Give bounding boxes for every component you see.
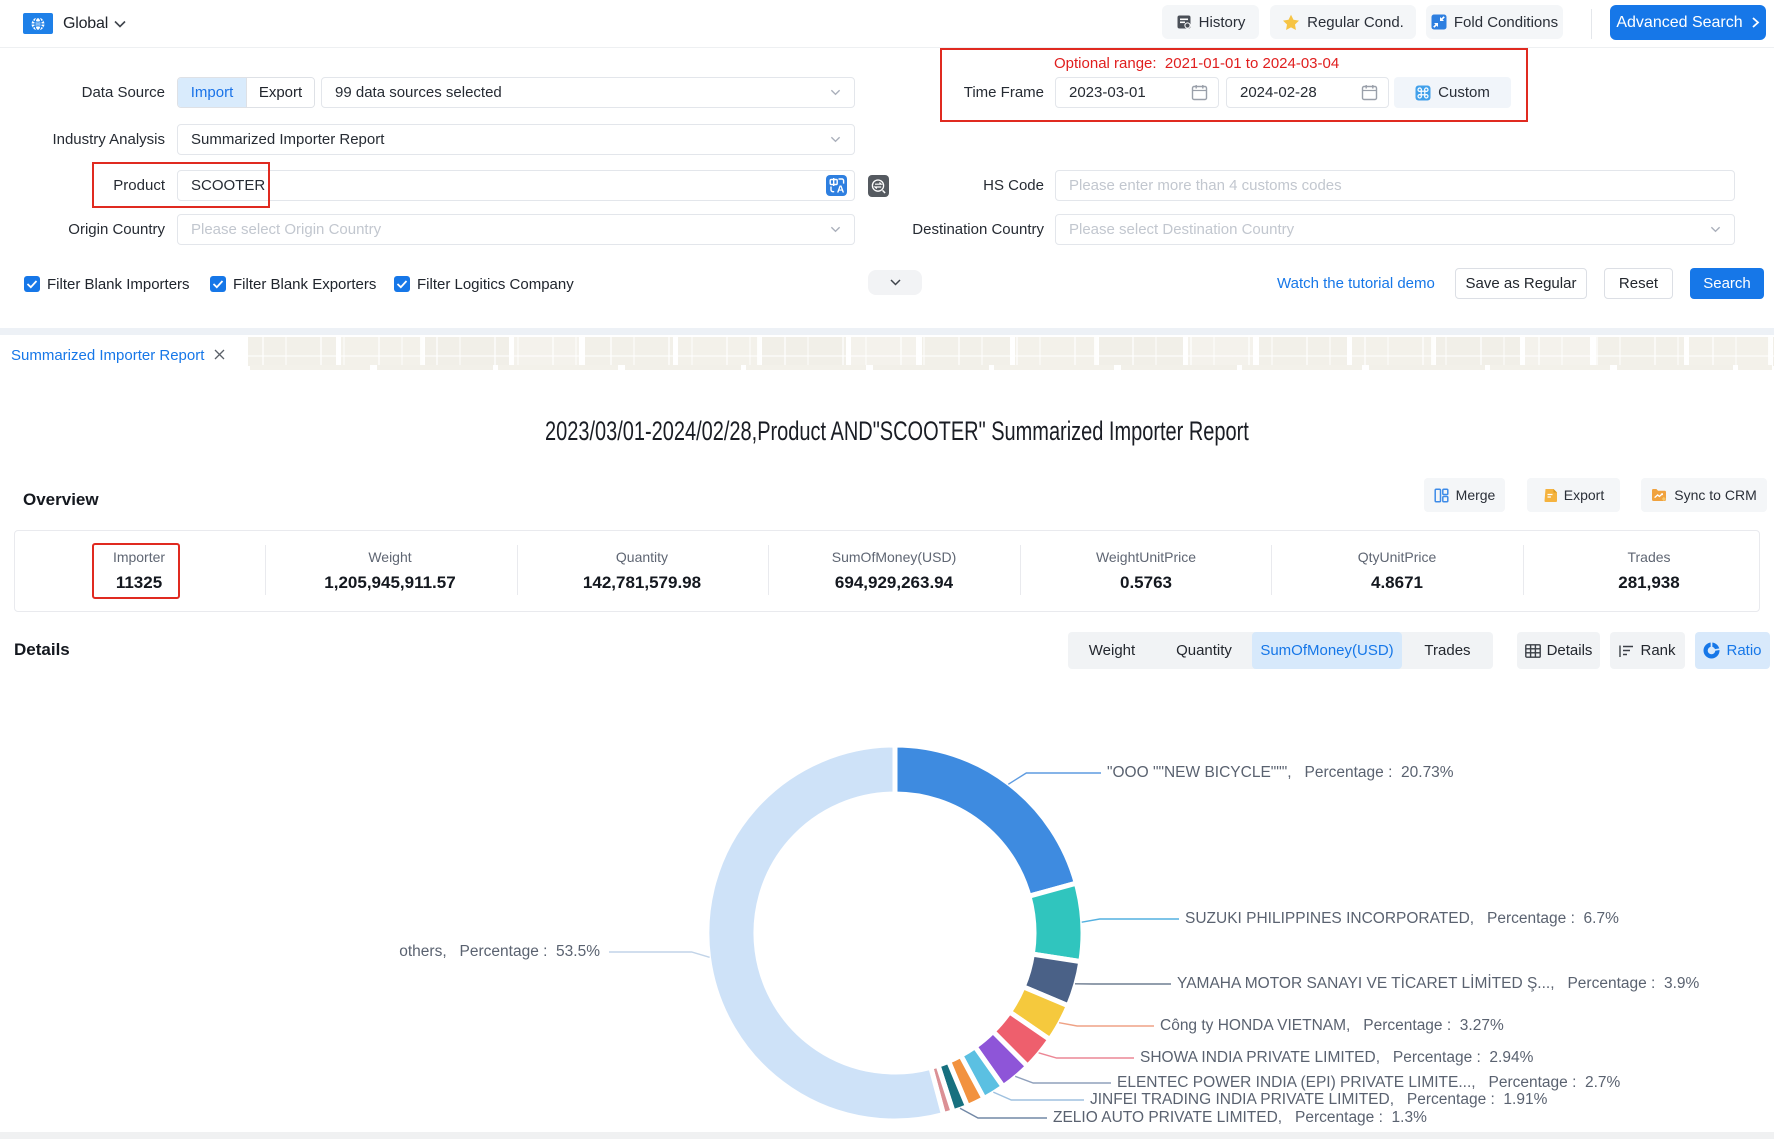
svg-text:A: A xyxy=(837,183,845,195)
